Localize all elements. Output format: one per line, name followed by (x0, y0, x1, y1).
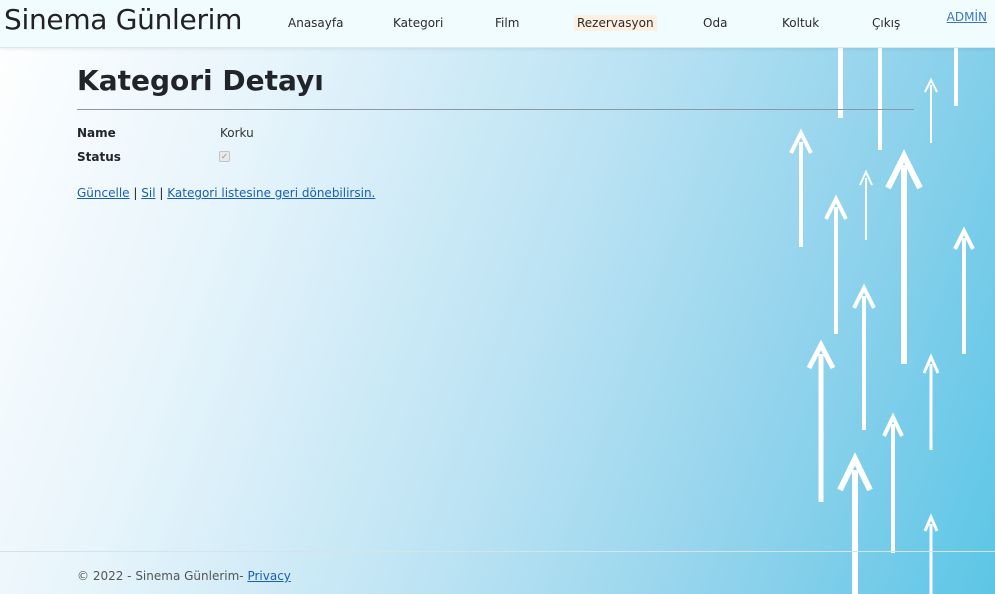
field-value-name: Korku (220, 126, 254, 140)
nav-item-oda[interactable]: Oda (700, 15, 730, 31)
back-to-list-link[interactable]: Kategori listesine geri dönebilirsin. (167, 186, 375, 200)
nav-item-cikis[interactable]: Çıkış (869, 15, 903, 31)
nav-item-rezervasyon[interactable]: Rezervasyon (574, 15, 657, 31)
footer-copyright: © 2022 - Sinema Günlerim- (77, 569, 244, 583)
footer: © 2022 - Sinema Günlerim- Privacy (77, 569, 291, 583)
footer-divider (0, 551, 995, 552)
nav-item-anasayfa[interactable]: Anasayfa (285, 15, 346, 31)
field-label-name: Name (77, 126, 116, 140)
privacy-link[interactable]: Privacy (247, 569, 290, 583)
link-separator: | (133, 186, 138, 200)
nav-item-film[interactable]: Film (492, 15, 522, 31)
brand-link[interactable]: Sinema Günlerim (4, 3, 242, 36)
page-title: Kategori Detayı (77, 64, 324, 97)
status-checkbox: ✓ (219, 151, 230, 162)
action-links: Güncelle | Sil | Kategori listesine geri… (77, 186, 375, 200)
update-link[interactable]: Güncelle (77, 186, 130, 200)
link-separator: | (159, 186, 164, 200)
field-label-status: Status (77, 150, 121, 164)
title-divider (77, 109, 914, 110)
nav-item-koltuk[interactable]: Koltuk (779, 15, 822, 31)
top-navbar: Sinema Günlerim Anasayfa Kategori Film R… (0, 0, 995, 48)
delete-link[interactable]: Sil (141, 186, 155, 200)
nav-item-kategori[interactable]: Kategori (390, 15, 446, 31)
admin-user-link[interactable]: ADMİN (947, 10, 987, 24)
